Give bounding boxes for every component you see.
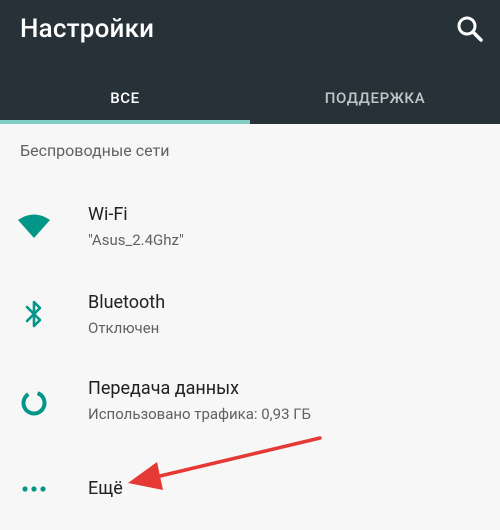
settings-item-title: Wi-Fi (88, 204, 128, 225)
search-button[interactable] (455, 14, 485, 44)
app-bar: Настройки ВСЕ ПОДДЕРЖКА (0, 0, 500, 124)
data-usage-icon (17, 386, 51, 420)
page-title: Настройки (20, 14, 155, 44)
tab-all[interactable]: ВСЕ (0, 76, 250, 120)
tab-support[interactable]: ПОДДЕРЖКА (250, 76, 500, 120)
tab-support-label: ПОДДЕРЖКА (324, 89, 426, 107)
wifi-icon (17, 209, 51, 243)
settings-item-wifi[interactable]: Wi-Fi "Asus_2.4Ghz" (0, 190, 500, 262)
more-horiz-icon (17, 472, 51, 506)
bluetooth-icon (17, 297, 51, 331)
settings-item-more[interactable]: Ещё (0, 458, 500, 530)
settings-item-title: Bluetooth (88, 292, 166, 313)
settings-item-data-usage[interactable]: Передача данных Использовано трафика: 0,… (0, 364, 500, 436)
settings-item-subtitle: "Asus_2.4Ghz" (88, 231, 184, 249)
settings-item-title: Передача данных (88, 378, 240, 399)
section-header: Беспроводные сети (20, 141, 170, 160)
settings-item-bluetooth[interactable]: Bluetooth Отключен (0, 278, 500, 350)
tab-all-label: ВСЕ (110, 89, 140, 107)
settings-item-subtitle: Отключен (88, 319, 160, 337)
settings-item-subtitle: Использовано трафика: 0,93 ГБ (88, 405, 312, 423)
settings-item-title: Ещё (88, 478, 123, 499)
tab-indicator (0, 120, 250, 124)
search-icon (457, 16, 483, 42)
